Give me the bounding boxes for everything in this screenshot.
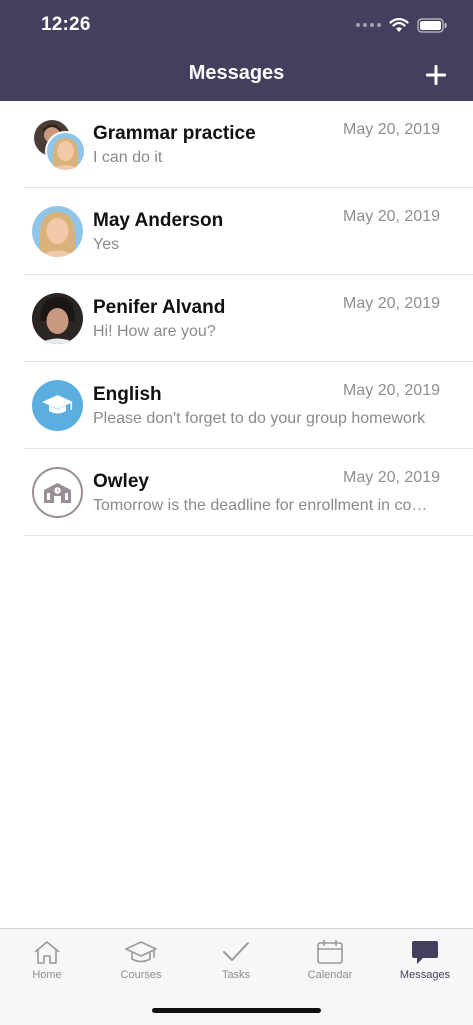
tab-label: Calendar [307,969,353,981]
tab-messages[interactable]: Messages [378,935,472,995]
wifi-icon [389,17,409,32]
tab-courses[interactable]: Courses [94,935,188,995]
conversation-name: Grammar practice [93,123,256,144]
conversation-row[interactable]: English Please don't forget to do your g… [24,362,473,449]
battery-icon [417,17,447,33]
tab-calendar[interactable]: Calendar [283,935,377,995]
chat-bubble-icon [412,941,438,964]
conversation-date: May 20, 2019 [343,208,440,225]
checkmark-icon [223,942,249,961]
conversation-preview: Please don't forget to do your group hom… [93,410,426,427]
signal-icon [356,23,381,27]
page-title: Messages [188,62,285,84]
conversation-row[interactable]: Penifer Alvand Hi! How are you? May 20, … [24,275,473,362]
conversation-name: Owley [93,471,149,492]
calendar-icon [317,940,343,964]
status-time: 12:26 [41,14,91,35]
conversation-preview: Yes [93,236,120,253]
nav-header: 12:26 Messages [0,0,473,101]
conversation-row[interactable]: Owley Tomorrow is the deadline for enrol… [24,449,473,536]
conversation-row[interactable]: May Anderson Yes May 20, 2019 [24,188,473,275]
tab-tasks[interactable]: Tasks [189,935,283,995]
english-avatar [32,380,83,431]
school-building-icon [44,483,71,503]
conversation-preview: I can do it [93,149,163,166]
tab-label: Home [32,969,62,981]
conversation-list: Grammar practice I can do it May 20, 201… [0,101,473,536]
conversation-preview: Hi! How are you? [93,323,216,340]
conversation-date: May 20, 2019 [343,382,440,399]
photo-avatar [32,293,83,344]
conversation-name: May Anderson [93,210,224,231]
tab-label: Messages [399,969,451,981]
conversation-date: May 20, 2019 [343,121,440,138]
conversation-row[interactable]: Grammar practice I can do it May 20, 201… [24,101,473,188]
conversation-name: English [93,384,162,405]
conversation-preview: Tomorrow is the deadline for enrollment … [93,497,428,514]
home-icon [34,941,60,964]
add-message-button[interactable] [423,62,449,88]
owley-avatar [32,467,83,518]
graduation-cap-icon [125,941,157,963]
conversation-date: May 20, 2019 [343,295,440,312]
tab-label: Courses [120,969,162,981]
home-indicator[interactable] [152,1008,321,1013]
status-icons [356,14,447,36]
graduation-cap-icon [42,395,73,414]
photo-avatar [32,206,83,257]
group-photo-avatar [45,131,86,172]
tab-home[interactable]: Home [0,935,94,995]
conversation-date: May 20, 2019 [343,469,440,486]
conversation-name: Penifer Alvand [93,297,226,318]
tab-label: Tasks [221,969,251,981]
